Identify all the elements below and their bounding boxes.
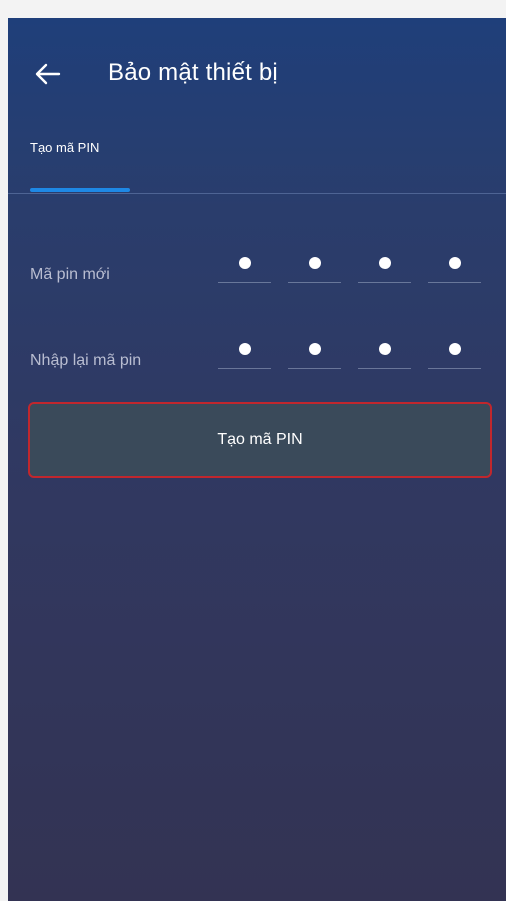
pin-dot (238, 257, 251, 269)
confirm-pin-row: Nhập lại mã pin (30, 336, 490, 376)
new-pin-digit-1[interactable] (218, 250, 271, 283)
new-pin-digit-3[interactable] (358, 250, 411, 283)
tab-create-pin[interactable]: Tạo mã PIN (30, 136, 130, 194)
confirm-pin-digit-4[interactable] (428, 336, 481, 369)
back-button[interactable] (30, 56, 66, 92)
tab-active-indicator (30, 188, 130, 192)
confirm-pin-digit-2[interactable] (288, 336, 341, 369)
confirm-pin-digit-3[interactable] (358, 336, 411, 369)
tab-create-pin-label: Tạo mã PIN (30, 140, 100, 155)
new-pin-digit-4[interactable] (428, 250, 481, 283)
pin-dot (378, 343, 391, 355)
confirm-pin-label: Nhập lại mã pin (30, 352, 142, 369)
pin-dot (448, 343, 461, 355)
create-pin-button[interactable]: Tạo mã PIN (28, 402, 492, 478)
device-security-screen: Bảo mật thiết bị Tạo mã PIN Mã pin mới N… (8, 18, 506, 901)
pin-dot (238, 343, 251, 355)
arrow-left-icon (35, 63, 61, 85)
page-title: Bảo mật thiết bị (108, 59, 278, 86)
app-header: Bảo mật thiết bị (8, 18, 506, 128)
confirm-pin-digit-1[interactable] (218, 336, 271, 369)
create-pin-button-label: Tạo mã PIN (217, 431, 303, 448)
pin-dot (308, 257, 321, 269)
pin-dot (308, 343, 321, 355)
new-pin-digit-2[interactable] (288, 250, 341, 283)
new-pin-row: Mã pin mới (30, 250, 490, 290)
tab-divider (8, 193, 506, 194)
pin-dot (448, 257, 461, 269)
new-pin-label: Mã pin mới (30, 266, 110, 283)
pin-dot (378, 257, 391, 269)
